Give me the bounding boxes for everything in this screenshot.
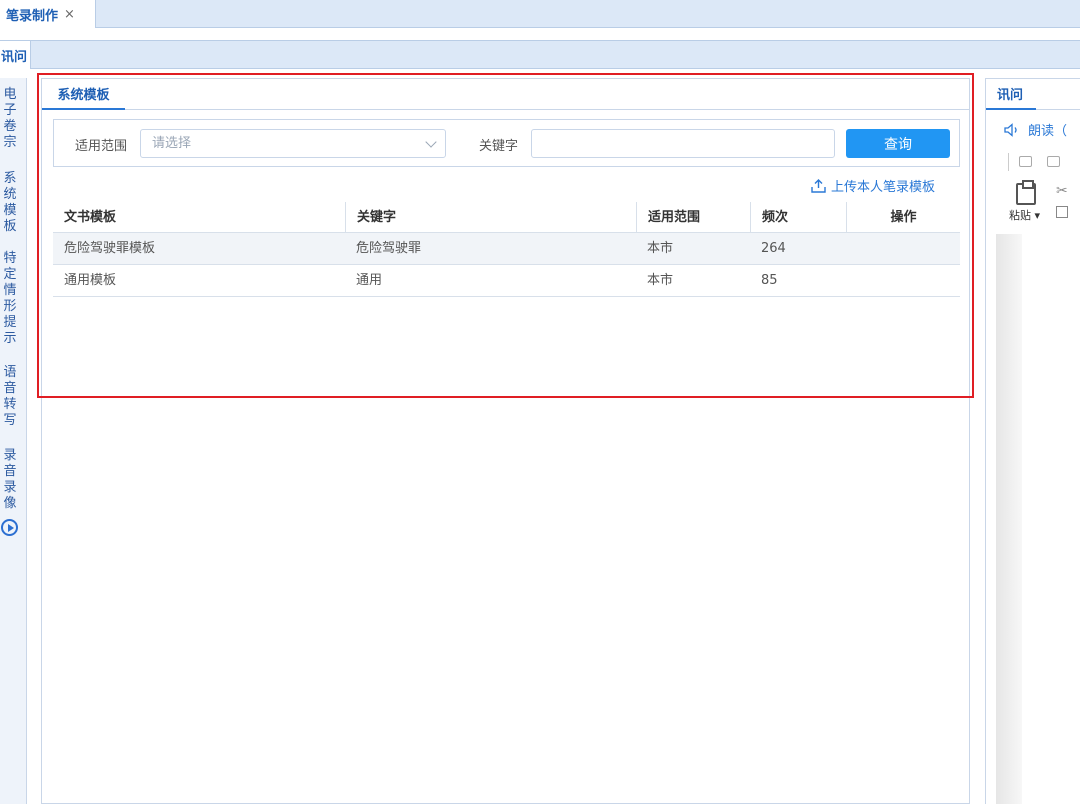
paste-button[interactable]: 粘贴 ▾ [1009, 207, 1040, 223]
document-page[interactable] [1022, 234, 1080, 804]
menu-item-audio-video[interactable]: 录音录像 [2, 448, 18, 512]
menu-item-special-case-tips[interactable]: 特定情形提示 [2, 251, 18, 347]
speaker-icon [1004, 122, 1017, 137]
play-icon[interactable] [1, 519, 18, 536]
highlight-frame [37, 73, 974, 398]
read-aloud-button[interactable]: 朗读（ [1004, 120, 1067, 139]
paste-label: 粘贴 [1009, 209, 1031, 222]
menu-item-speech-transcription[interactable]: 语音转写 [2, 365, 18, 429]
file-toolbar [1008, 153, 1080, 171]
right-tab-bar: 讯问 [986, 79, 1080, 110]
save-icon[interactable] [1047, 156, 1060, 167]
interrogation-panel: 讯问 朗读（ 粘贴 ▾ ✂ [985, 78, 1080, 804]
sub-tab-bar: 讯问 [0, 40, 1080, 69]
left-vertical-menu: 电子卷宗 系统模板 特定情形提示 语音转写 录音录像 [0, 78, 27, 804]
tab-record-making[interactable]: 笔录制作 × [0, 0, 96, 28]
tab-record-making-label: 笔录制作 [6, 8, 59, 24]
tab-interrogation-editor[interactable]: 讯问 [986, 79, 1036, 110]
scissors-icon[interactable]: ✂ [1056, 183, 1068, 199]
document-gutter [996, 234, 1022, 804]
read-aloud-label: 朗读（ [1028, 124, 1068, 139]
menu-item-electronic-dossier[interactable]: 电子卷宗 [2, 87, 18, 151]
close-icon[interactable]: × [64, 7, 75, 22]
clipboard-icon[interactable] [1016, 180, 1036, 205]
menu-item-system-template[interactable]: 系统模板 [2, 171, 18, 235]
top-tab-bar: 笔录制作 × [0, 0, 1080, 28]
tab-interrogation[interactable]: 讯问 [0, 40, 31, 69]
copy-icon[interactable] [1056, 206, 1068, 218]
open-icon[interactable] [1019, 156, 1032, 167]
